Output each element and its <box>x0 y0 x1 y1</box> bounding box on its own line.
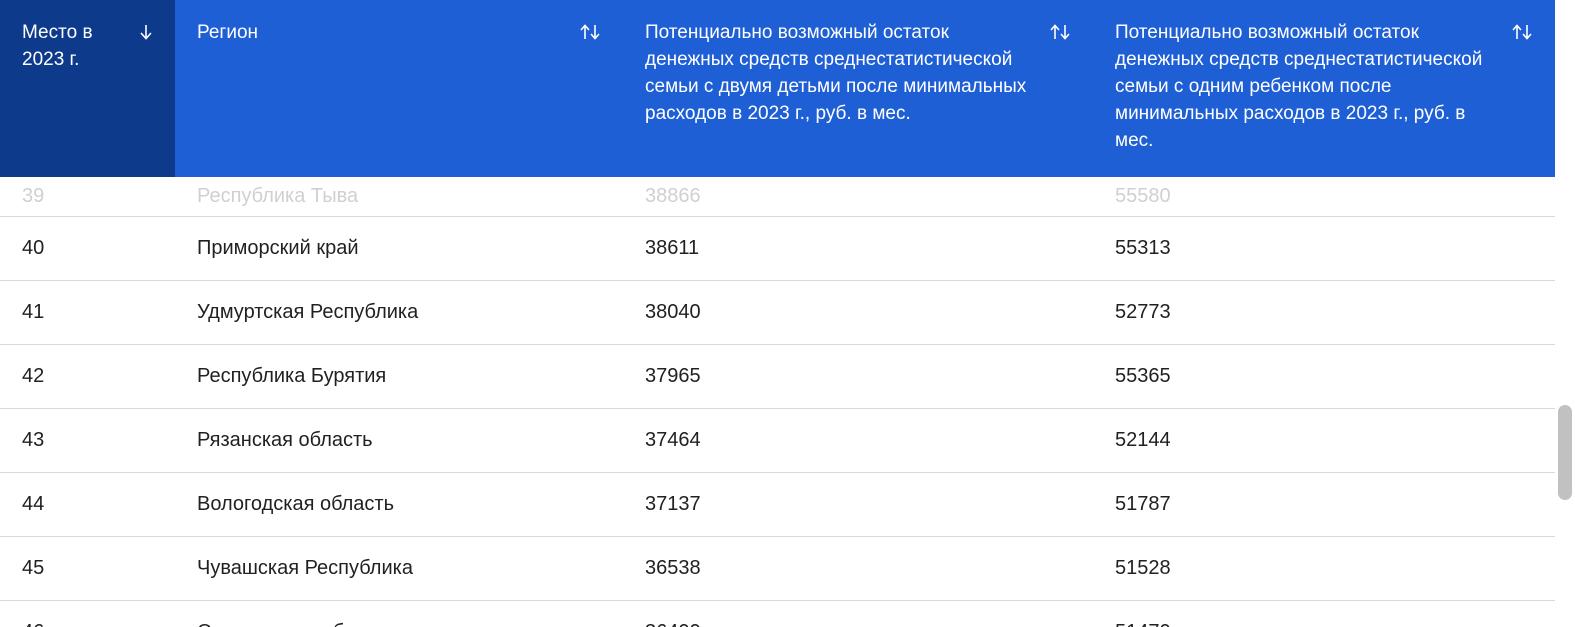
ranking-table: Место в 2023 г. Регион <box>0 0 1555 627</box>
cell-value2: 52773 <box>1093 280 1555 344</box>
sort-both-icon[interactable] <box>1049 22 1071 49</box>
column-header-label: Место в 2023 г. <box>22 20 139 74</box>
column-header-value1[interactable]: Потенциально возможный остаток денежных … <box>623 0 1093 177</box>
ranking-table-container: Место в 2023 г. Регион <box>0 0 1555 627</box>
scrollbar-thumb[interactable] <box>1558 405 1572 500</box>
cell-value1: 38611 <box>623 216 1093 280</box>
cell-rank: 42 <box>0 344 175 408</box>
table-row: 41 Удмуртская Республика 38040 52773 <box>0 280 1555 344</box>
cell-region: Вологодская область <box>175 472 623 536</box>
table-row: 43 Рязанская область 37464 52144 <box>0 408 1555 472</box>
cell-value2: 51787 <box>1093 472 1555 536</box>
cell-value1: 38866 <box>623 177 1093 217</box>
column-header-region[interactable]: Регион <box>175 0 623 177</box>
cell-region: Республика Бурятия <box>175 344 623 408</box>
cell-region: Удмуртская Республика <box>175 280 623 344</box>
cell-region: Республика Тыва <box>175 177 623 217</box>
cell-region: Саратовская область <box>175 600 623 627</box>
cell-value1: 36538 <box>623 536 1093 600</box>
table-row: 42 Республика Бурятия 37965 55365 <box>0 344 1555 408</box>
cell-value2: 51470 <box>1093 600 1555 627</box>
column-header-label: Регион <box>197 20 579 47</box>
cell-value2: 55365 <box>1093 344 1555 408</box>
cell-rank: 39 <box>0 177 175 217</box>
cell-rank: 43 <box>0 408 175 472</box>
cell-value1: 38040 <box>623 280 1093 344</box>
scrollbar-track[interactable] <box>1558 0 1572 627</box>
cell-value2: 55313 <box>1093 216 1555 280</box>
cell-value1: 37464 <box>623 408 1093 472</box>
cell-value2: 52144 <box>1093 408 1555 472</box>
cell-region: Приморский край <box>175 216 623 280</box>
cell-value2: 55580 <box>1093 177 1555 217</box>
cell-rank: 41 <box>0 280 175 344</box>
cell-value2: 51528 <box>1093 536 1555 600</box>
cell-value1: 37137 <box>623 472 1093 536</box>
cell-value1: 36400 <box>623 600 1093 627</box>
column-header-label: Потенциально возможный остаток денежных … <box>1115 20 1511 155</box>
table-row: 39 Республика Тыва 38866 55580 <box>0 177 1555 217</box>
column-header-value2[interactable]: Потенциально возможный остаток денежных … <box>1093 0 1555 177</box>
table-row: 46 Саратовская область 36400 51470 <box>0 600 1555 627</box>
sort-desc-icon[interactable] <box>139 22 153 49</box>
cell-region: Чувашская Республика <box>175 536 623 600</box>
cell-value1: 37965 <box>623 344 1093 408</box>
cell-rank: 44 <box>0 472 175 536</box>
column-header-label: Потенциально возможный остаток денежных … <box>645 20 1049 128</box>
table-body: 39 Республика Тыва 38866 55580 40 Примор… <box>0 177 1555 627</box>
table-header: Место в 2023 г. Регион <box>0 0 1555 177</box>
cell-rank: 40 <box>0 216 175 280</box>
table-row: 40 Приморский край 38611 55313 <box>0 216 1555 280</box>
cell-rank: 45 <box>0 536 175 600</box>
table-row: 44 Вологодская область 37137 51787 <box>0 472 1555 536</box>
column-header-rank[interactable]: Место в 2023 г. <box>0 0 175 177</box>
sort-both-icon[interactable] <box>1511 22 1533 49</box>
table-row: 45 Чувашская Республика 36538 51528 <box>0 536 1555 600</box>
cell-region: Рязанская область <box>175 408 623 472</box>
sort-both-icon[interactable] <box>579 22 601 49</box>
cell-rank: 46 <box>0 600 175 627</box>
